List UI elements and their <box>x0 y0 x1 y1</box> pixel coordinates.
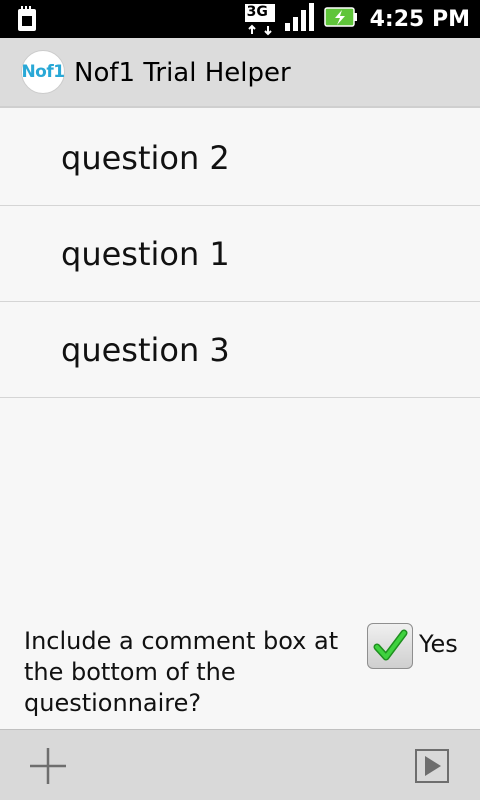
list-item-question[interactable]: question 1 <box>0 206 480 302</box>
action-bar: Nof1 Nof1 Trial Helper <box>0 38 480 108</box>
network-type-label: 3G <box>246 4 268 20</box>
app-logo-text: Nof1 <box>21 62 65 82</box>
list-item-question[interactable]: question 3 <box>0 302 480 398</box>
page-title: Nof1 Trial Helper <box>74 58 291 88</box>
add-question-button[interactable] <box>22 742 72 790</box>
start-trial-button[interactable] <box>408 742 458 790</box>
status-time: 4:25 PM <box>369 6 470 32</box>
app-logo: Nof1 <box>21 50 65 94</box>
bottom-toolbar <box>0 729 480 800</box>
sd-card-icon <box>12 4 42 34</box>
signal-icon <box>284 1 316 37</box>
play-icon <box>415 749 449 783</box>
comment-box-prompt: Include a comment box at the bottom of t… <box>24 627 339 717</box>
question-list: question 2 question 1 question 3 <box>0 110 480 398</box>
checkbox-label: Yes <box>419 630 458 658</box>
list-item-question[interactable]: question 2 <box>0 110 480 206</box>
comment-box-checkbox[interactable] <box>367 623 413 669</box>
battery-charging-icon <box>323 6 358 32</box>
checkmark-icon <box>373 629 408 661</box>
status-bar: 3G 4:25 PM <box>0 0 480 38</box>
comment-box-option: Include a comment box at the bottom of t… <box>0 620 480 728</box>
3g-data-icon: 3G <box>244 2 276 36</box>
add-icon <box>30 748 66 784</box>
